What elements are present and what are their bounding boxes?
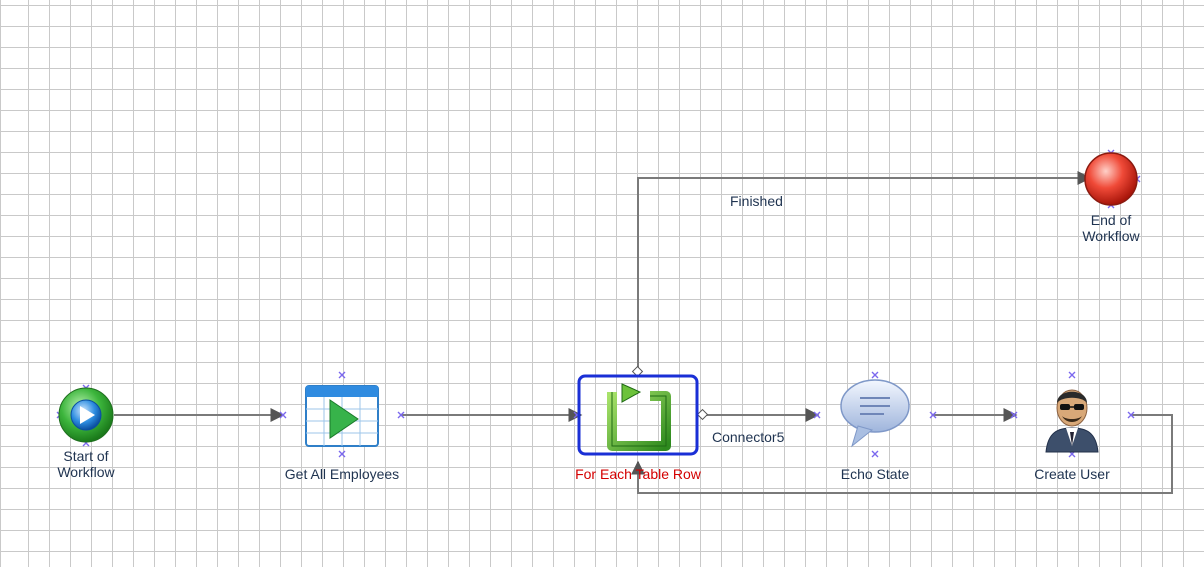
start-node-label: Start of Workflow	[40, 448, 132, 480]
port-markers	[56, 149, 1141, 458]
foreach-label: For Each Table Row	[575, 466, 701, 482]
connector5-label[interactable]: Connector5	[712, 429, 784, 445]
echo-state-label: Echo State	[840, 466, 910, 482]
speech-bubble-icon[interactable]	[840, 379, 910, 448]
table-play-icon[interactable]	[305, 385, 379, 447]
end-label-line-2: Workflow	[1082, 228, 1140, 244]
end-node-label: End of Workflow	[1068, 212, 1154, 244]
workflow-canvas[interactable]: Start of Workflow Get All Employees For …	[0, 0, 1204, 567]
connector-finished-line[interactable]	[637, 171, 1092, 372]
play-circle-icon[interactable]	[58, 387, 114, 443]
loop-icon	[607, 383, 671, 451]
stop-circle-icon[interactable]	[1084, 152, 1138, 206]
user-agent-icon[interactable]	[1045, 389, 1099, 453]
create-user-label: Create User	[1034, 466, 1110, 482]
start-label-line-2: Workflow	[57, 464, 115, 480]
get-employees-label: Get All Employees	[284, 466, 400, 482]
end-label-line-1: End of	[1090, 212, 1132, 228]
start-label-line-1: Start of	[63, 448, 109, 464]
finished-connector-label[interactable]: Finished	[730, 193, 783, 209]
